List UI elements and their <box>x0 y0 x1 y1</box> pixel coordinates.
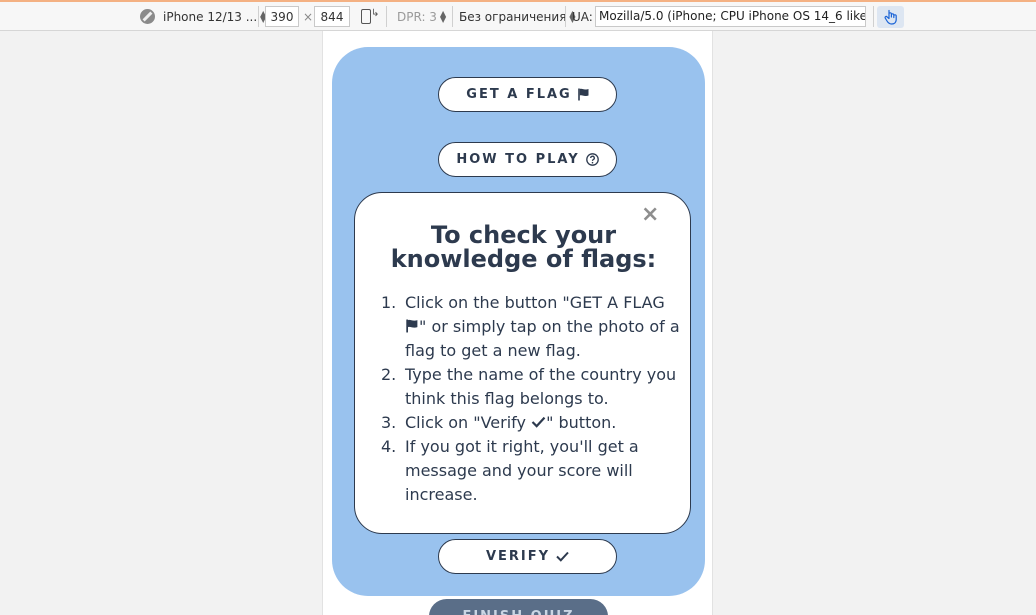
touch-toggle-button[interactable] <box>877 6 904 28</box>
divider <box>386 6 387 27</box>
divider <box>873 6 874 27</box>
ua-input[interactable]: Mozilla/5.0 (iPhone; CPU iPhone OS 14_6 … <box>595 6 866 27</box>
how-to-play-label: HOW TO PLAY <box>456 152 580 167</box>
check-icon <box>556 551 569 562</box>
rotate-icon[interactable] <box>361 8 379 24</box>
ua-label: UA: <box>572 9 593 24</box>
step-text-part: " or simply tap on the photo of a flag t… <box>405 317 680 360</box>
step-text: If you got it right, you'll get a messag… <box>405 437 639 504</box>
list-item: 3. Click on "Verify " button. <box>381 411 681 435</box>
modal-title-line-1: To check your <box>430 221 617 249</box>
instructions-list: 1. Click on the button "GET A FLAG " or … <box>381 291 681 507</box>
step-number: 2. <box>381 365 397 384</box>
device-compass-icon <box>140 9 155 24</box>
get-flag-label: GET A FLAG <box>466 87 572 102</box>
throttle-label: Без ограничения <box>459 9 567 24</box>
height-input[interactable]: 844 <box>314 6 350 27</box>
device-select[interactable]: iPhone 12/13 ... ▲ ▼ <box>163 2 266 31</box>
step-text: Click on "Verify " button. <box>405 411 681 435</box>
step-text-part: " button. <box>546 413 617 432</box>
divider <box>258 6 259 27</box>
step-number: 3. <box>381 413 397 432</box>
divider <box>452 6 453 27</box>
step-number: 1. <box>381 293 397 312</box>
step-text: Click on the button "GET A FLAG " or sim… <box>405 291 681 363</box>
divider <box>565 6 566 27</box>
verify-button[interactable]: VERIFY <box>438 539 617 574</box>
modal-title-line-2: knowledge of flags: <box>390 245 657 273</box>
step-text-part: Click on the button "GET A FLAG <box>405 293 665 312</box>
check-icon <box>531 416 546 428</box>
step-text: Type the name of the country you think t… <box>405 365 677 408</box>
finish-quiz-button[interactable]: FINISH QUIZ <box>429 599 608 615</box>
list-item: 2. Type the name of the country you thin… <box>381 363 681 411</box>
device-select-label: iPhone 12/13 ... <box>163 9 258 24</box>
dpr-select[interactable]: DPR: 3 ▲ ▼ <box>397 2 446 31</box>
get-flag-button[interactable]: GET A FLAG <box>438 77 617 112</box>
devtools-device-toolbar: iPhone 12/13 ... ▲▼ 390 × 844 DPR: 3 ▲▼ … <box>0 2 1036 31</box>
modal-title: To check your knowledge of flags: <box>355 223 692 271</box>
list-item: 4. If you got it right, you'll get a mes… <box>381 435 681 507</box>
mobile-viewport: GET A FLAG HOW TO PLAY VERIFY × To check… <box>322 31 713 615</box>
throttle-select[interactable]: Без ограничения ▲ ▼ <box>459 2 576 31</box>
flag-icon <box>406 319 418 333</box>
verify-label: VERIFY <box>485 549 551 564</box>
width-input[interactable]: 390 <box>265 6 299 27</box>
touch-hand-icon <box>884 9 897 25</box>
dpr-label: DPR: 3 <box>397 9 437 24</box>
step-text-part: Click on "Verify <box>405 413 532 432</box>
chevron-updown-icon: ▲ ▼ <box>439 8 447 24</box>
how-to-play-modal: × To check your knowledge of flags: 1. C… <box>354 192 691 534</box>
how-to-play-button[interactable]: HOW TO PLAY <box>438 142 617 177</box>
question-circle-icon <box>585 153 599 166</box>
list-item: 1. Click on the button "GET A FLAG " or … <box>381 291 681 363</box>
step-number: 4. <box>381 437 397 456</box>
dimension-times: × <box>303 9 314 24</box>
flag-icon <box>577 88 589 101</box>
